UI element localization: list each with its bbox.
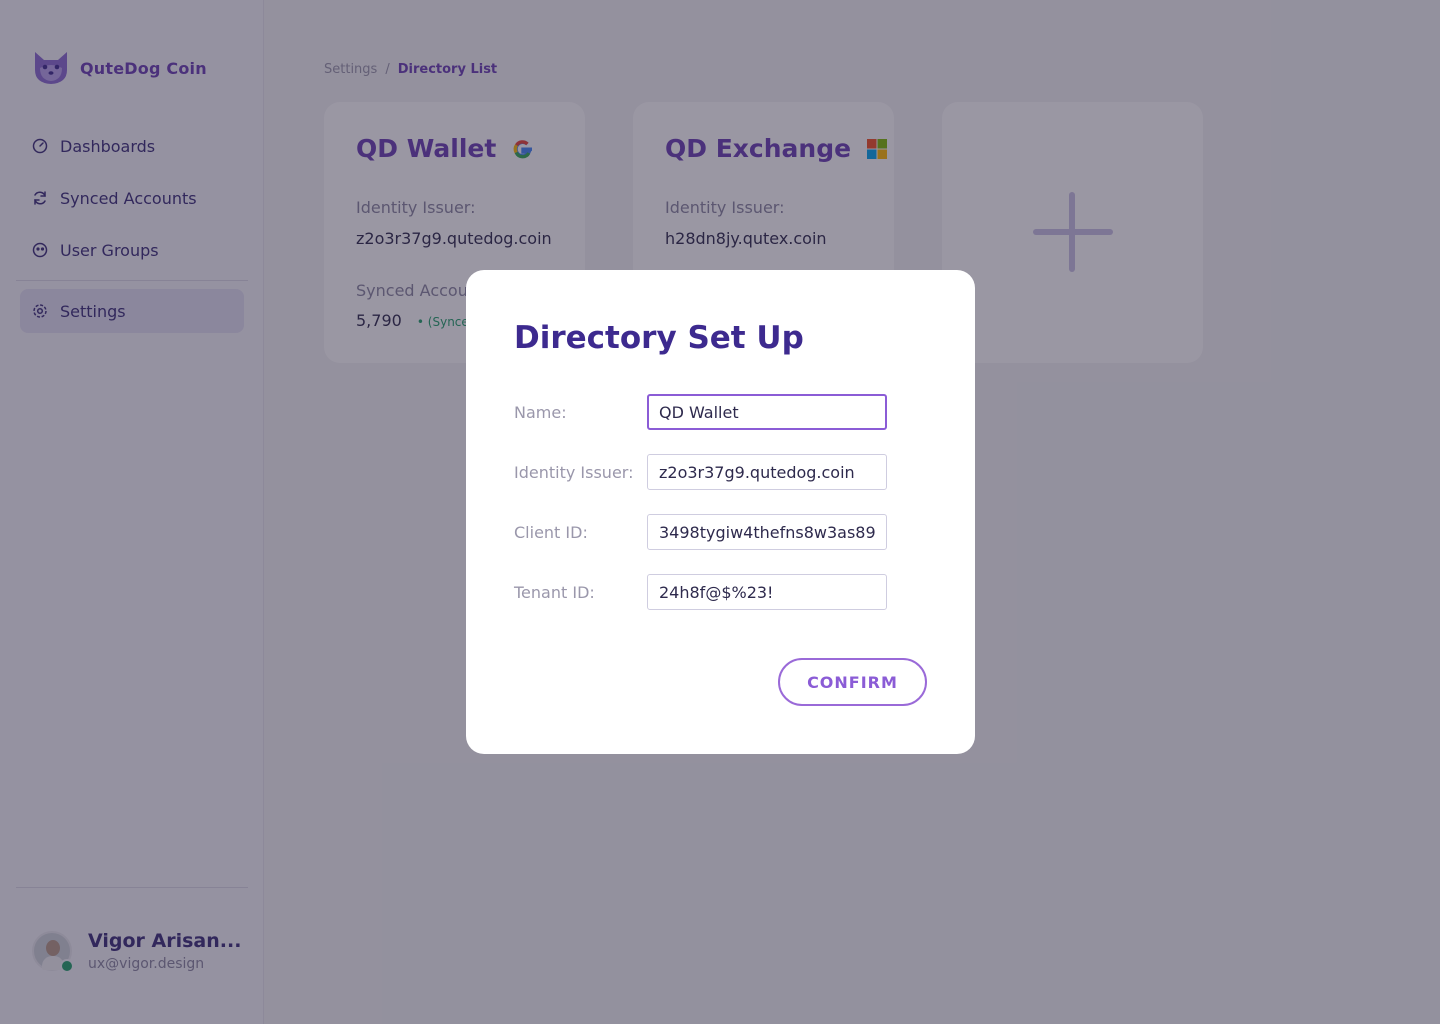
name-label: Name: (514, 402, 567, 422)
confirm-button[interactable]: CONFIRM (778, 658, 927, 706)
name-input[interactable] (647, 394, 887, 430)
identity-issuer-label: Identity Issuer: (514, 462, 634, 482)
client-id-input[interactable] (647, 514, 887, 550)
modal-title: Directory Set Up (514, 320, 804, 356)
identity-issuer-row: Identity Issuer: (514, 454, 927, 490)
client-id-row: Client ID: (514, 514, 927, 550)
directory-setup-modal: Directory Set Up Name: Identity Issuer: … (466, 270, 975, 754)
name-row: Name: (514, 394, 927, 430)
client-id-label: Client ID: (514, 522, 588, 542)
tenant-id-label: Tenant ID: (514, 582, 595, 602)
tenant-id-input[interactable] (647, 574, 887, 610)
tenant-id-row: Tenant ID: (514, 574, 927, 610)
identity-issuer-input[interactable] (647, 454, 887, 490)
